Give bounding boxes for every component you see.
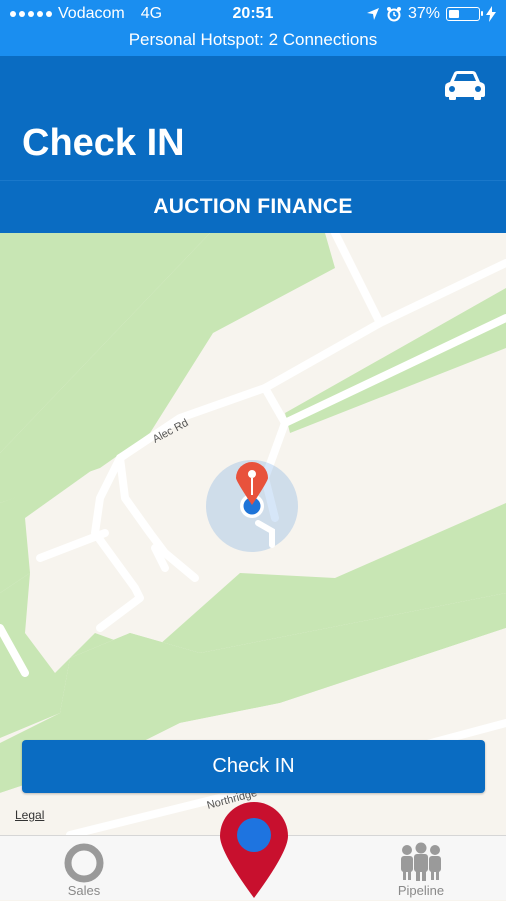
status-bar: Vodacom 4G 20:51 37% Personal Hotspot: 2… — [0, 0, 506, 56]
tab-pipeline-label: Pipeline — [397, 883, 445, 898]
app-header: Check IN — [0, 56, 506, 180]
location-arrow-icon — [366, 8, 379, 20]
battery-icon — [446, 7, 483, 21]
tab-pipeline[interactable]: Pipeline — [361, 836, 481, 901]
people-icon — [401, 842, 441, 881]
page-title: Check IN — [22, 122, 185, 164]
battery-percent: 37% — [407, 5, 440, 22]
car-icon[interactable] — [444, 70, 486, 100]
alarm-icon — [386, 7, 401, 22]
ring-icon — [64, 843, 104, 883]
legal-link[interactable]: Legal — [15, 808, 44, 822]
charging-bolt-icon — [486, 6, 496, 22]
location-pin-icon[interactable] — [218, 800, 290, 900]
check-in-button[interactable]: Check IN — [22, 740, 485, 793]
tab-sales[interactable]: Sales — [24, 836, 144, 901]
dealer-name: AUCTION FINANCE — [0, 180, 506, 233]
tab-sales-label: Sales — [67, 883, 101, 898]
hotspot-banner[interactable]: Personal Hotspot: 2 Connections — [0, 30, 506, 50]
